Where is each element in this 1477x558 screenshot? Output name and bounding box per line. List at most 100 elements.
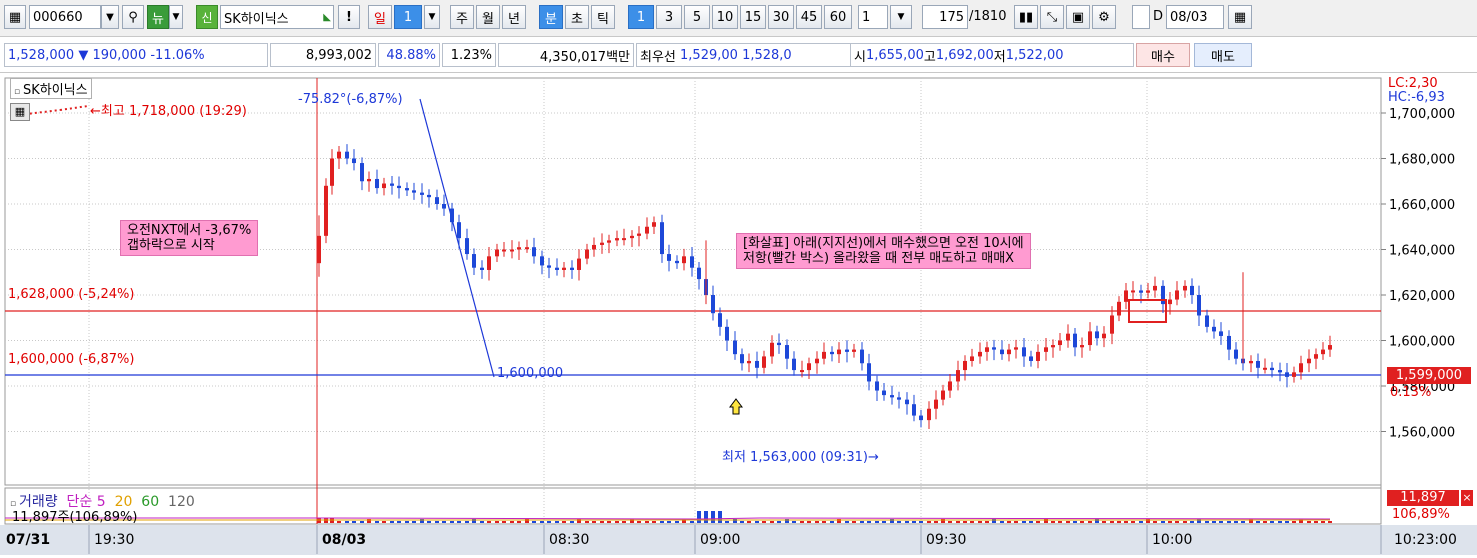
volume-bar bbox=[555, 521, 559, 523]
minute-60-button[interactable]: 60 bbox=[824, 5, 852, 29]
rate1-value: 48.88% bbox=[386, 47, 436, 63]
volume-bar bbox=[963, 521, 967, 523]
minute-45-button[interactable]: 45 bbox=[796, 5, 822, 29]
candle-body bbox=[1124, 290, 1128, 302]
minute-5-button[interactable]: 5 bbox=[684, 5, 710, 29]
volume-bar bbox=[540, 521, 544, 523]
y-tick-label: 1,640,000 bbox=[1389, 244, 1455, 259]
table-icon[interactable]: ▦ bbox=[10, 103, 30, 121]
volume-bar bbox=[1285, 521, 1289, 523]
candle-body bbox=[592, 244, 596, 250]
volume-bar bbox=[755, 521, 759, 523]
rate1-field: 48.88% bbox=[378, 43, 440, 67]
close-icon[interactable]: × bbox=[1461, 490, 1473, 506]
candle-body bbox=[1270, 367, 1274, 371]
period-minute-button[interactable]: 분 bbox=[539, 5, 563, 29]
stock-code-input[interactable]: 000660 bbox=[29, 5, 101, 29]
calendar-icon[interactable]: ▦ bbox=[1228, 5, 1252, 29]
minute-1-button[interactable]: 1 bbox=[628, 5, 654, 29]
minute-3-button[interactable]: 3 bbox=[656, 5, 682, 29]
candle-body bbox=[472, 254, 476, 268]
candle-body bbox=[412, 190, 416, 193]
period-day-count[interactable]: 1 bbox=[394, 5, 422, 29]
volume-bar bbox=[830, 521, 834, 523]
volume-bar bbox=[1168, 521, 1172, 523]
period-tick-button[interactable]: 틱 bbox=[591, 5, 615, 29]
strategy-note[interactable]: [화살표] 아래(지지선)에서 매수했으면 오전 10시에 저항(빨간 박스) … bbox=[736, 233, 1031, 269]
multiplier-dropdown-icon[interactable]: ▼ bbox=[890, 5, 912, 29]
volume-bar bbox=[390, 521, 394, 523]
rate2-value: 1.23% bbox=[450, 47, 492, 63]
volume-bar bbox=[1051, 521, 1055, 523]
candle-body bbox=[1263, 367, 1267, 370]
volume-bar bbox=[405, 521, 409, 523]
volume-bar bbox=[465, 521, 469, 523]
volume-bar bbox=[905, 521, 909, 523]
candle-type-icon[interactable]: ▮▮ bbox=[1014, 5, 1038, 29]
period-month-label: 월 bbox=[482, 11, 494, 27]
line-tool-icon[interactable]: ⤡ bbox=[1040, 5, 1064, 29]
date-input[interactable]: 08/03 bbox=[1166, 5, 1224, 29]
sell-button[interactable]: 매도 bbox=[1194, 43, 1252, 67]
candle-body bbox=[562, 267, 566, 270]
volume-bar bbox=[822, 521, 826, 523]
candle-body bbox=[1007, 349, 1011, 355]
candle-body bbox=[867, 363, 871, 382]
alert-button[interactable]: ! bbox=[338, 5, 360, 29]
candle-body bbox=[1117, 301, 1121, 316]
news-dropdown-icon[interactable]: ▼ bbox=[169, 5, 183, 29]
date-checkbox[interactable] bbox=[1132, 5, 1150, 29]
period-day-button[interactable]: 일 bbox=[368, 5, 392, 29]
multiplier-input[interactable]: 1 bbox=[858, 5, 888, 29]
last-price-tag: 1,599,000 bbox=[1387, 367, 1471, 384]
gap-down-note[interactable]: 오전NXT에서 -3,67% 갭하락으로 시작 bbox=[120, 220, 259, 256]
news-button[interactable]: 뉴 bbox=[147, 5, 169, 29]
candle-body bbox=[905, 399, 909, 405]
save-icon[interactable]: ▣ bbox=[1066, 5, 1090, 29]
price-chart[interactable]: 001,700,0001,680,0001,660,0001,640,0001,… bbox=[0, 62, 1477, 555]
code-dropdown-icon[interactable]: ▼ bbox=[101, 5, 119, 29]
volume-bar bbox=[622, 521, 626, 523]
minute-15-button[interactable]: 15 bbox=[740, 5, 766, 29]
volume-bar bbox=[1124, 521, 1128, 523]
volume-bar bbox=[1190, 521, 1194, 523]
period-month-button[interactable]: 월 bbox=[476, 5, 500, 29]
candle-body bbox=[890, 395, 894, 398]
volume-bar bbox=[1066, 521, 1070, 523]
amount-field: 4,350,017백만 bbox=[498, 43, 634, 67]
volume-bar bbox=[457, 521, 461, 523]
period-week-button[interactable]: 주 bbox=[450, 5, 474, 29]
stock-name-field[interactable]: SK하이닉스 ◣ bbox=[220, 5, 334, 29]
volume-bar bbox=[1161, 521, 1165, 523]
period-second-button[interactable]: 초 bbox=[565, 5, 589, 29]
candle-body bbox=[992, 347, 996, 350]
period-year-button[interactable]: 년 bbox=[502, 5, 526, 29]
best-quote-field: 최우선 1,529,00 1,528,0 bbox=[636, 43, 880, 67]
candle-body bbox=[547, 265, 551, 268]
gear-icon[interactable]: ⚙ bbox=[1092, 5, 1116, 29]
minute-30-button[interactable]: 30 bbox=[768, 5, 794, 29]
candle-body bbox=[697, 267, 701, 280]
volume-bar bbox=[1219, 521, 1223, 523]
candle-body bbox=[1161, 285, 1165, 305]
alert-label: ! bbox=[346, 9, 352, 25]
y-tick-label: 1,560,000 bbox=[1389, 426, 1455, 441]
data-count-input[interactable]: 175 bbox=[922, 5, 968, 29]
grid-menu-icon[interactable]: ▦ bbox=[4, 5, 26, 29]
period-dropdown-icon[interactable]: ▼ bbox=[424, 5, 440, 29]
candle-body bbox=[755, 360, 759, 368]
new-listing-badge[interactable]: 신 bbox=[196, 5, 218, 29]
search-icon[interactable]: ⚲ bbox=[122, 5, 144, 29]
minute-10-button[interactable]: 10 bbox=[712, 5, 738, 29]
buy-button[interactable]: 매수 bbox=[1136, 43, 1190, 67]
volume-bar bbox=[912, 521, 916, 523]
high-annotation: ←최고 1,718,000 (19:29) bbox=[90, 104, 247, 119]
x-tick-label: 07/31 bbox=[6, 532, 50, 548]
candle-body bbox=[837, 349, 841, 355]
volume-bar bbox=[397, 521, 401, 523]
candle-body bbox=[615, 238, 619, 241]
period-week-label: 주 bbox=[456, 11, 468, 27]
change-amount: 190,000 bbox=[92, 47, 147, 63]
candle-body bbox=[675, 260, 679, 264]
volume-bar bbox=[1080, 521, 1084, 523]
